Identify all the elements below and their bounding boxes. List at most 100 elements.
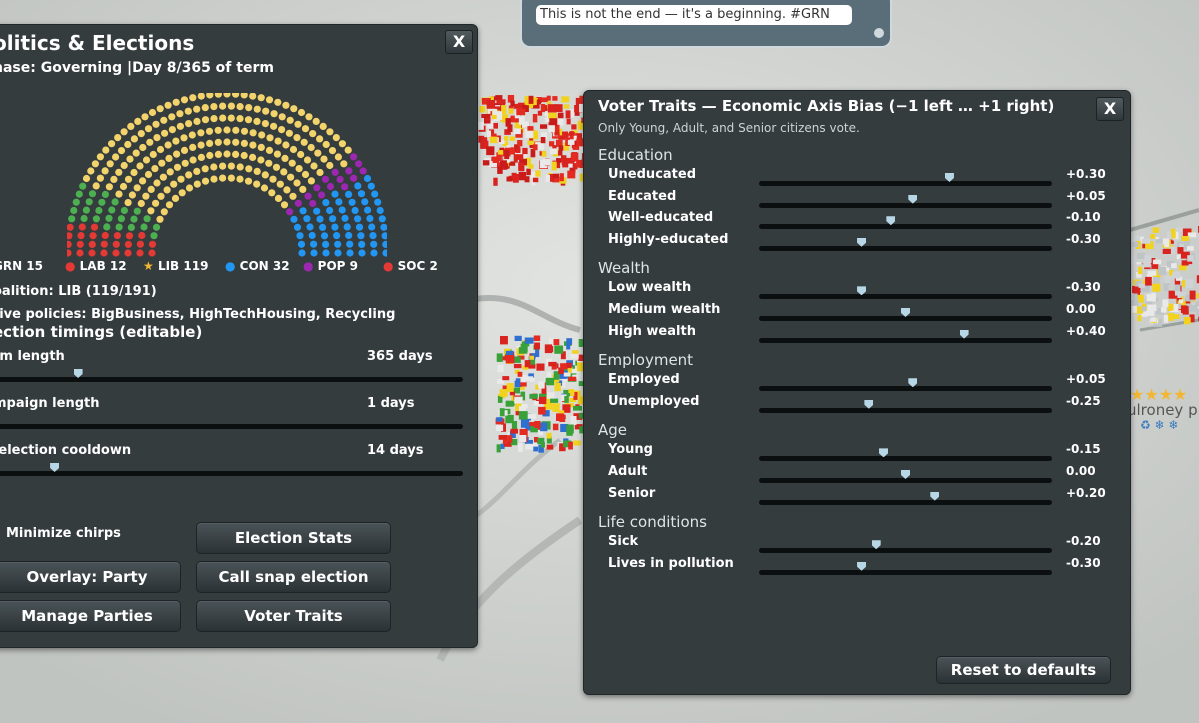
- term-length-slider[interactable]: [0, 369, 463, 382]
- election-stats-button[interactable]: Election Stats: [196, 522, 391, 554]
- reset-defaults-button[interactable]: Reset to defaults: [936, 656, 1111, 684]
- parliament-seat: [350, 174, 358, 182]
- slider-handle[interactable]: [857, 237, 867, 247]
- slider-handle[interactable]: [901, 470, 910, 479]
- trait-bias-slider[interactable]: [759, 561, 1052, 575]
- map-building: [533, 335, 541, 341]
- overlay-party-button[interactable]: Overlay: Party: [0, 561, 181, 593]
- map-building: [526, 168, 531, 176]
- map-park-label[interactable]: ulroney p: [1127, 401, 1198, 419]
- map-building: [567, 170, 576, 179]
- parliament-seat: [232, 93, 240, 98]
- slider-handle[interactable]: [886, 216, 896, 226]
- map-building: [571, 124, 577, 130]
- parliament-seat: [316, 135, 324, 143]
- parliament-seat: [148, 249, 156, 257]
- trait-bias-slider[interactable]: [759, 378, 1052, 392]
- parliament-seat: [193, 117, 201, 125]
- map-building: [518, 172, 527, 181]
- trait-bias-slider[interactable]: [759, 216, 1052, 230]
- map-building: [564, 396, 569, 403]
- parliament-seat: [87, 167, 95, 175]
- map-building: [570, 353, 579, 359]
- parliament-seat: [236, 103, 244, 111]
- parliament-seat: [322, 249, 330, 257]
- slider-handle[interactable]: [864, 399, 874, 409]
- voter-traits-button[interactable]: Voter Traits: [196, 600, 391, 632]
- map-building: [1163, 238, 1169, 245]
- trait-bias-slider[interactable]: [759, 540, 1052, 554]
- map-building: [1138, 266, 1143, 275]
- parliament-seat: [108, 206, 116, 214]
- trait-label: Low wealth: [608, 280, 692, 296]
- trait-bias-slider[interactable]: [759, 399, 1052, 413]
- parliament-seat: [126, 155, 134, 163]
- parliament-seat: [331, 190, 339, 198]
- call-snap-election-button[interactable]: Call snap election: [196, 561, 391, 593]
- map-building: [502, 439, 509, 445]
- parliament-seat: [293, 134, 301, 142]
- close-button[interactable]: X: [445, 30, 473, 54]
- map-building: [507, 435, 513, 443]
- parliament-seat: [189, 143, 197, 151]
- trait-bias-slider[interactable]: [759, 237, 1052, 251]
- trait-bias-slider[interactable]: [759, 308, 1052, 321]
- map-building: [546, 432, 552, 439]
- manage-parties-button[interactable]: Manage Parties: [0, 600, 181, 632]
- map-building: [529, 355, 534, 360]
- parliament-seat: [305, 113, 313, 121]
- map-building: [524, 96, 529, 103]
- slider-handle[interactable]: [871, 540, 881, 550]
- slider-handle[interactable]: [908, 378, 918, 388]
- parliament-seat: [143, 215, 151, 223]
- map-building: [514, 396, 523, 404]
- slider-handle[interactable]: [857, 561, 867, 571]
- parliament-seat: [189, 94, 197, 102]
- parliament-seat: [313, 184, 321, 192]
- parliament-seat: [152, 223, 161, 231]
- slider-handle[interactable]: [50, 463, 60, 472]
- trait-bias-slider[interactable]: [759, 173, 1052, 186]
- campaign-length-slider[interactable]: [0, 424, 463, 429]
- trait-bias-slider[interactable]: [759, 329, 1052, 343]
- parliament-seat: [156, 215, 164, 223]
- slider-handle[interactable]: [959, 329, 969, 339]
- slider-handle[interactable]: [930, 491, 940, 501]
- parliament-seat: [338, 140, 346, 148]
- minimize-chirps-toggle[interactable]: Minimize chirps: [6, 526, 121, 541]
- parliament-seat: [152, 199, 160, 207]
- parliament-seat: [370, 249, 378, 257]
- trait-bias-slider[interactable]: [759, 491, 1052, 505]
- trait-bias-slider[interactable]: [759, 286, 1052, 300]
- legend-item: ● LAB 12: [65, 259, 127, 273]
- parliament-seat: [345, 190, 353, 198]
- trait-bias-slider[interactable]: [759, 194, 1052, 208]
- chirper-bubble[interactable]: This is not the end — it's a beginning. …: [520, 0, 892, 48]
- map-building: [525, 443, 534, 450]
- parliament-seat: [334, 153, 342, 161]
- parliament-seat: [304, 192, 312, 200]
- parliament-seat: [253, 105, 261, 113]
- trait-bias-slider[interactable]: [759, 448, 1052, 462]
- map-building: [552, 423, 559, 431]
- parliament-seat-chart: [67, 93, 387, 257]
- chirp-close-icon[interactable]: [874, 28, 884, 38]
- map-building: [526, 376, 534, 381]
- cooldown-slider[interactable]: [0, 463, 463, 476]
- slider-handle[interactable]: [908, 194, 918, 204]
- parliament-seat: [150, 232, 158, 240]
- parliament-seat: [340, 160, 348, 168]
- slider-handle[interactable]: [73, 369, 83, 378]
- close-button[interactable]: X: [1096, 97, 1124, 121]
- trait-bias-value: -0.25: [1066, 393, 1101, 408]
- trait-bias-slider[interactable]: [759, 470, 1052, 483]
- map-building: [514, 335, 522, 341]
- parliament-seat: [76, 240, 84, 248]
- map-building: [1144, 255, 1152, 263]
- slider-handle[interactable]: [944, 173, 954, 182]
- trait-label: High wealth: [608, 323, 696, 339]
- slider-handle[interactable]: [879, 448, 889, 458]
- map-building: [529, 421, 538, 427]
- slider-handle[interactable]: [901, 308, 910, 317]
- slider-handle[interactable]: [857, 286, 867, 296]
